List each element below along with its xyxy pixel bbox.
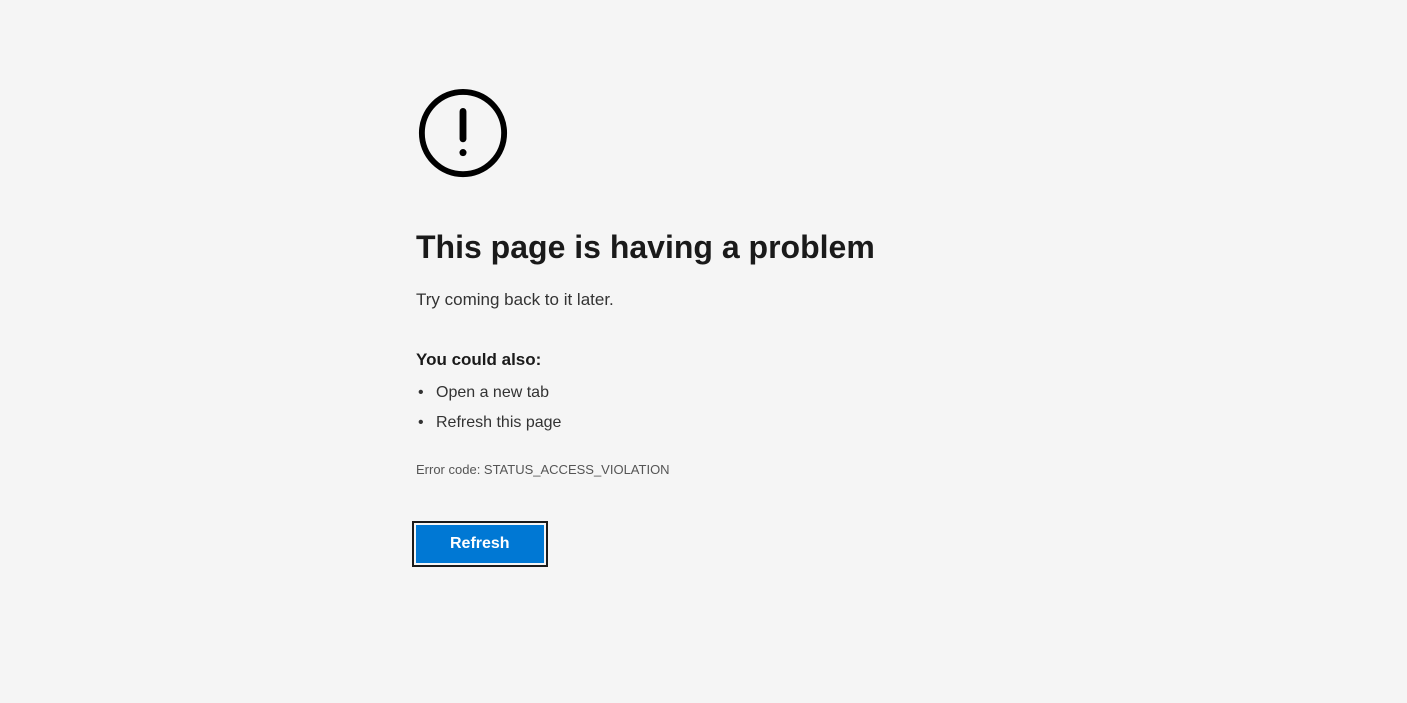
suggestions-heading: You could also: xyxy=(416,350,1016,370)
error-subtext: Try coming back to it later. xyxy=(416,290,1016,310)
suggestion-list: Open a new tab Refresh this page xyxy=(416,384,1016,432)
suggestion-item: Refresh this page xyxy=(416,414,1016,432)
refresh-button[interactable]: Refresh xyxy=(416,525,544,563)
warning-icon xyxy=(416,86,1016,180)
error-page: This page is having a problem Try coming… xyxy=(416,0,1016,563)
error-code: Error code: STATUS_ACCESS_VIOLATION xyxy=(416,462,1016,477)
suggestion-item: Open a new tab xyxy=(416,384,1016,402)
error-heading: This page is having a problem xyxy=(416,228,1016,266)
